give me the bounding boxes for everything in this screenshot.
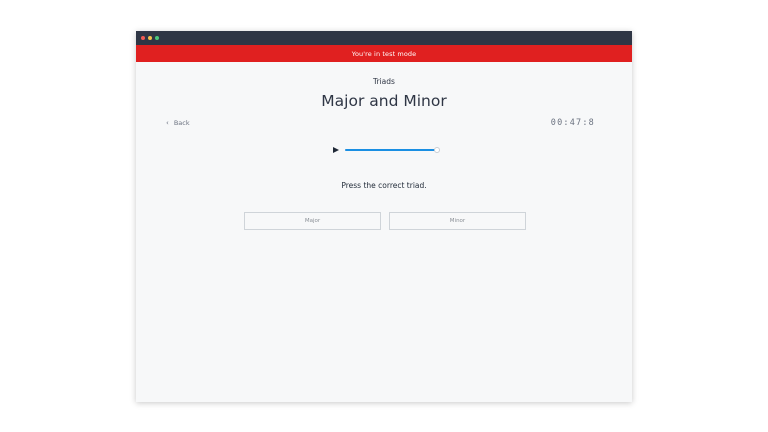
timer-display: 00:47:8 (550, 118, 595, 128)
audio-progress-track[interactable] (345, 147, 441, 153)
answer-options: Major Minor (244, 212, 526, 230)
exercise-category: Triads (373, 77, 395, 86)
audio-progress-fill (345, 149, 438, 151)
back-label: Back (173, 119, 190, 127)
chevron-left-icon: ‹ (166, 118, 169, 127)
back-button[interactable]: ‹ Back (166, 119, 190, 127)
answer-major-button[interactable]: Major (244, 212, 381, 230)
window-titlebar (136, 31, 632, 45)
maximize-window-dot-icon[interactable] (155, 36, 159, 40)
test-mode-banner: You're in test mode (136, 45, 632, 62)
question-prompt: Press the correct triad. (341, 181, 427, 190)
audio-progress-handle[interactable] (434, 147, 441, 153)
test-mode-banner-text: You're in test mode (351, 49, 417, 58)
answer-minor-button[interactable]: Minor (389, 212, 526, 230)
close-window-dot-icon[interactable] (141, 36, 145, 40)
app-window: You're in test mode Triads Major and Min… (136, 31, 632, 402)
play-icon[interactable] (333, 147, 339, 153)
minimize-window-dot-icon[interactable] (148, 36, 152, 40)
audio-player (333, 147, 441, 153)
exercise-title: Major and Minor (321, 92, 447, 110)
